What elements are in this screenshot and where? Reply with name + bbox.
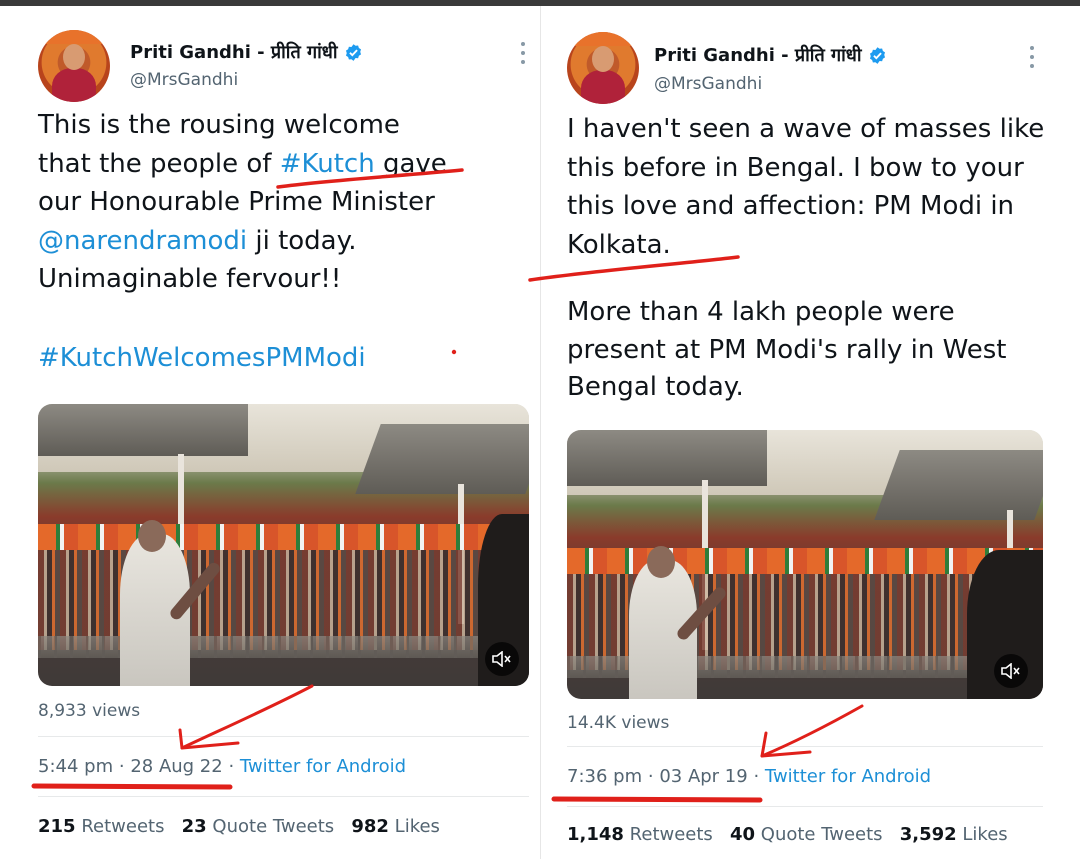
likes-label: Likes [394, 816, 440, 837]
verified-badge-icon [869, 46, 885, 64]
tweet-text: I haven't seen a wave of masses like thi… [567, 110, 1072, 264]
likes-stat[interactable]: 3,592 Likes [900, 824, 1008, 845]
tweet-text-line: Kolkata. [567, 229, 671, 260]
author-row: Priti Gandhi - प्रीति गांधी [130, 40, 363, 64]
hashtag-link[interactable]: #KutchWelcomesPMModi [38, 343, 366, 373]
separator: · [647, 766, 654, 787]
hashtag-link[interactable]: #Kutch [280, 149, 375, 179]
timestamp-row: 5:44 pm · 28 Aug 22 · Twitter for Androi… [38, 756, 406, 777]
quotes-stat[interactable]: 40 Quote Tweets [730, 824, 883, 845]
tweet-right: Priti Gandhi - प्रीति गांधी @MrsGandhi I… [541, 6, 1080, 859]
retweets-label: Retweets [629, 824, 713, 845]
tweet-text-line: Bengal today. [567, 372, 744, 402]
tweet-text-line: I haven't seen a wave of masses like [567, 114, 1045, 144]
divider [38, 796, 529, 797]
quotes-label: Quote Tweets [212, 816, 335, 837]
handle[interactable]: @MrsGandhi [654, 74, 762, 94]
view-count: 14.4K views [567, 713, 670, 733]
tweet-text-line: @narendramodi ji today. [38, 222, 518, 261]
quotes-count: 40 [729, 824, 756, 845]
quotes-count: 23 [181, 816, 207, 837]
tweet-time[interactable]: 5:44 pm [38, 756, 113, 777]
retweets-label: Retweets [81, 816, 165, 837]
tweet-source-link[interactable]: Twitter for Android [240, 756, 406, 777]
tweet-text-line: Unimaginable fervour!! [38, 264, 342, 294]
tweet-text-line: This is the rousing welcome [38, 110, 400, 140]
tweet-time[interactable]: 7:36 pm [567, 766, 642, 787]
likes-label: Likes [962, 824, 1008, 845]
tweet-text: This is the rousing welcome that the peo… [38, 106, 518, 299]
tweet-text-line: this love and affection: PM Modi in [567, 191, 1015, 221]
mute-button[interactable] [994, 654, 1028, 688]
retweets-count: 215 [38, 816, 76, 837]
more-options-icon[interactable] [521, 42, 527, 64]
text-segment: ji today. [247, 225, 357, 256]
handle[interactable]: @MrsGandhi [130, 70, 238, 90]
separator: · [228, 756, 235, 777]
display-name[interactable]: Priti Gandhi - प्रीति गांधी [130, 40, 338, 64]
text-segment: that the people of [38, 148, 280, 179]
likes-count: 982 [351, 816, 389, 837]
tweet-date[interactable]: 28 Aug 22 [130, 756, 222, 777]
view-count: 8,933 views [38, 701, 141, 721]
divider [38, 736, 529, 737]
mute-icon [1001, 663, 1020, 679]
verified-badge-icon [345, 43, 361, 61]
mute-button[interactable] [485, 642, 519, 676]
quotes-label: Quote Tweets [760, 824, 883, 845]
video-player[interactable] [567, 430, 1043, 699]
mention-link[interactable]: @narendramodi [38, 226, 247, 256]
display-name[interactable]: Priti Gandhi - प्रीति गांधी [654, 43, 862, 67]
separator: · [118, 756, 125, 777]
tweet-source-link[interactable]: Twitter for Android [765, 766, 931, 787]
avatar[interactable] [567, 32, 639, 104]
divider [567, 746, 1043, 747]
tweet-left: Priti Gandhi - प्रीति गांधी @MrsGandhi T… [0, 6, 540, 859]
retweets-stat[interactable]: 1,148 Retweets [567, 824, 713, 845]
retweets-count: 1,148 [567, 824, 624, 845]
video-player[interactable] [38, 404, 529, 686]
retweets-stat[interactable]: 215 Retweets [38, 816, 164, 837]
tweet-text: More than 4 lakh people were present at … [567, 294, 1072, 407]
text-segment: gave [374, 148, 447, 179]
tweet-text-line: this before in Bengal. I bow to your [567, 152, 1024, 183]
divider [567, 806, 1043, 807]
more-options-icon[interactable] [1030, 46, 1036, 68]
tweet-text-line: that the people of #Kutch gave [38, 145, 518, 184]
author-row: Priti Gandhi - प्रीति गांधी [654, 43, 887, 67]
engagement-stats: 1,148 Retweets 40 Quote Tweets 3,592 Lik… [567, 824, 1008, 845]
avatar[interactable] [38, 30, 110, 102]
tweet-text-line: present at PM Modi's rally in West [567, 334, 1007, 365]
tweet-text-line: our Honourable Prime Minister [38, 187, 435, 217]
mute-icon [492, 651, 511, 667]
quotes-stat[interactable]: 23 Quote Tweets [182, 816, 335, 837]
tweet-date[interactable]: 03 Apr 19 [659, 766, 747, 787]
separator: · [753, 766, 760, 787]
engagement-stats: 215 Retweets 23 Quote Tweets 982 Likes [38, 816, 440, 837]
likes-count: 3,592 [899, 824, 957, 845]
timestamp-row: 7:36 pm · 03 Apr 19 · Twitter for Androi… [567, 766, 931, 787]
tweet-text-line: More than 4 lakh people were [567, 297, 955, 327]
likes-stat[interactable]: 982 Likes [351, 816, 440, 837]
